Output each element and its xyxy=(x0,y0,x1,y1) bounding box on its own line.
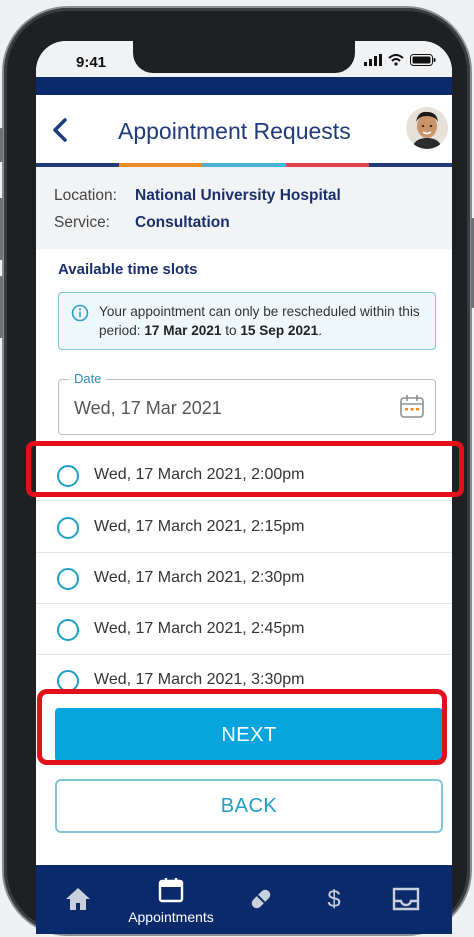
notice-start-date: 17 Mar 2021 xyxy=(144,323,222,338)
location-value: National University Hospital xyxy=(135,187,341,204)
back-chevron-icon[interactable] xyxy=(48,115,74,145)
nav-appointments[interactable]: Appointments xyxy=(111,865,231,934)
time-slot-label: Wed, 17 March 2021, 2:30pm xyxy=(94,569,305,586)
radio-button[interactable] xyxy=(57,517,79,539)
date-field-label: Date xyxy=(69,371,107,386)
date-field[interactable]: Date Wed, 17 Mar 2021 xyxy=(58,371,436,435)
time-slot-option[interactable]: Wed, 17 March 2021, 2:15pm xyxy=(36,503,452,553)
avatar[interactable] xyxy=(406,107,448,149)
phone-frame: 9:41 Appointment Requests Location: Nati… xyxy=(0,8,474,934)
nav-inbox[interactable] xyxy=(384,865,428,934)
time-slot-option[interactable]: Wed, 17 March 2021, 2:30pm xyxy=(36,554,452,604)
app-top-band xyxy=(36,77,452,95)
service-value: Consultation xyxy=(135,214,230,231)
time-slot-option[interactable]: Wed, 17 March 2021, 3:30pm xyxy=(36,656,452,706)
battery-icon xyxy=(410,54,436,66)
location-label: Location: xyxy=(54,187,117,204)
inbox-icon xyxy=(392,887,420,911)
wifi-icon xyxy=(388,54,404,66)
home-icon xyxy=(66,888,90,910)
bottom-navigation: Appointments $ xyxy=(36,865,452,934)
reschedule-notice: Your appointment can only be rescheduled… xyxy=(58,292,436,350)
dollar-icon: $ xyxy=(327,886,340,913)
service-label: Service: xyxy=(54,214,110,231)
time-slot-option[interactable]: Wed, 17 March 2021, 2:00pm xyxy=(36,451,452,501)
pill-icon xyxy=(251,889,271,909)
time-slot-label: Wed, 17 March 2021, 2:45pm xyxy=(94,620,305,637)
radio-button[interactable] xyxy=(57,670,79,692)
time-slot-label: Wed, 17 March 2021, 2:00pm xyxy=(94,466,305,483)
svg-text:$: $ xyxy=(327,886,340,913)
info-icon xyxy=(71,304,89,322)
status-icons xyxy=(364,54,436,66)
mute-switch xyxy=(0,128,3,162)
signal-icon xyxy=(364,54,382,66)
status-bar: 9:41 xyxy=(36,41,452,77)
calendar-icon xyxy=(158,878,184,903)
radio-button[interactable] xyxy=(57,465,79,487)
nav-home[interactable] xyxy=(58,865,98,934)
notch xyxy=(133,41,355,73)
app-screen: 9:41 Appointment Requests Location: Nati… xyxy=(36,41,452,934)
radio-button[interactable] xyxy=(57,619,79,641)
volume-up-button xyxy=(0,198,3,260)
nav-medications[interactable] xyxy=(241,865,281,934)
service-row: Service: Consultation xyxy=(54,214,230,232)
time-slot-label: Wed, 17 March 2021, 3:30pm xyxy=(94,671,305,688)
radio-button[interactable] xyxy=(57,568,79,590)
location-row: Location: National University Hospital xyxy=(54,187,341,205)
calendar-icon[interactable] xyxy=(399,394,425,420)
volume-down-button xyxy=(0,276,3,338)
time-slots-heading: Available time slots xyxy=(58,261,198,278)
time-slot-option[interactable]: Wed, 17 March 2021, 2:45pm xyxy=(36,605,452,655)
next-button[interactable]: NEXT xyxy=(55,708,443,762)
notice-end-date: 15 Sep 2021 xyxy=(240,323,319,338)
time-slot-label: Wed, 17 March 2021, 2:15pm xyxy=(94,518,305,535)
page-title: Appointment Requests xyxy=(118,118,351,144)
appointment-info: Location: National University Hospital S… xyxy=(36,167,452,249)
notice-text: Your appointment can only be rescheduled… xyxy=(99,304,420,338)
date-field-value: Wed, 17 Mar 2021 xyxy=(74,398,222,418)
back-button[interactable]: BACK xyxy=(55,779,443,833)
nav-appointments-label: Appointments xyxy=(128,909,214,925)
app-header: Appointment Requests xyxy=(36,95,452,163)
nav-payments[interactable]: $ xyxy=(314,865,354,934)
status-time: 9:41 xyxy=(76,54,107,71)
